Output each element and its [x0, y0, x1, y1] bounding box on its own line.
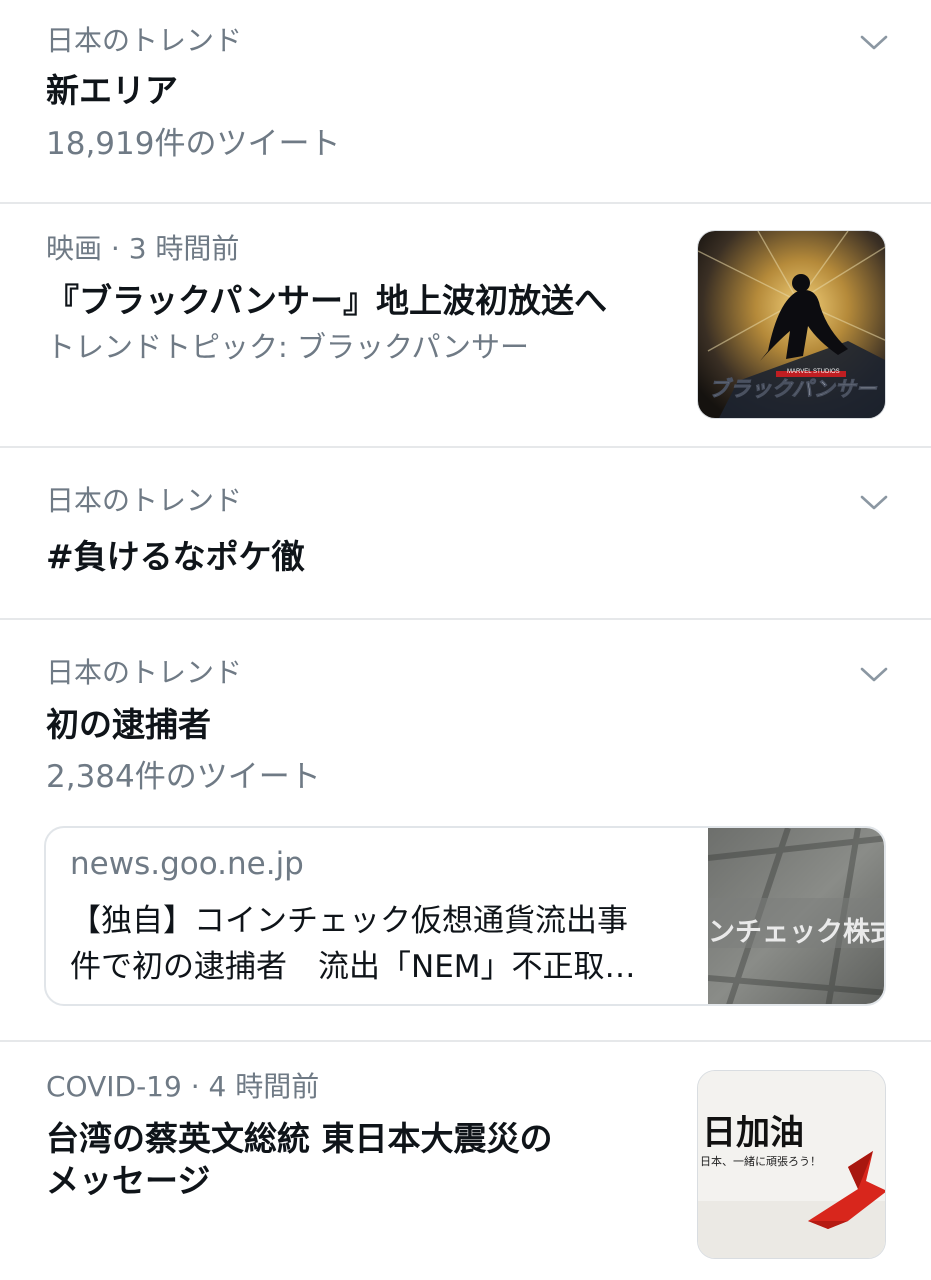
card-image-text: ンチェック株式: [708, 917, 886, 948]
tweet-count: 2,384件のツイート: [46, 759, 321, 795]
trend-title: 『ブラックパンサー』地上波初放送へ: [46, 281, 607, 320]
trend-title-line-1: 台湾の蔡英文総統 東日本大震災の: [46, 1119, 553, 1158]
thumb-subtitle: 日本、一緒に頑張ろう！: [700, 1155, 821, 1168]
trend-title: 新エリア: [46, 71, 178, 110]
trend-title: #負けるなポケ徹: [46, 537, 305, 576]
trend-item-5[interactable]: COVID-19 · 4 時間前 台湾の蔡英文総統 東日本大震災の メッセージ …: [0, 1042, 931, 1280]
trend-item-3[interactable]: 日本のトレンド #負けるなポケ徹: [0, 448, 931, 618]
trend-context: 日本のトレンド: [46, 484, 243, 517]
trend-topic: トレンドトピック: ブラックパンサー: [46, 330, 529, 364]
trend-item-2[interactable]: 映画 · 3 時間前 『ブラックパンサー』地上波初放送へ トレンドトピック: ブ…: [0, 204, 931, 447]
card-image: ンチェック株式: [708, 828, 886, 1004]
trend-title-line-2: メッセージ: [46, 1161, 211, 1200]
taiwan-message-thumbnail: 日加油 日本、一緒に頑張ろう！: [697, 1070, 886, 1259]
black-panther-poster-icon: MARVEL STUDIOS ブラックパンサー: [698, 231, 885, 418]
card-headline-line-1: 【独自】コインチェック仮想通貨流出事: [70, 903, 628, 939]
thumb-brand: MARVEL STUDIOS: [787, 369, 840, 375]
thumb-title: 日加油: [702, 1113, 804, 1153]
chevron-down-icon[interactable]: [858, 662, 890, 686]
trend-context: COVID-19 · 4 時間前: [46, 1070, 320, 1103]
trend-title: 初の逮捕者: [46, 705, 211, 744]
black-panther-thumbnail: MARVEL STUDIOS ブラックパンサー: [697, 230, 886, 419]
news-link-card[interactable]: news.goo.ne.jp 【独自】コインチェック仮想通貨流出事 件で初の逮捕…: [44, 826, 886, 1006]
tweet-count: 18,919件のツイート: [46, 126, 341, 162]
thumb-caption: ブラックパンサー: [709, 377, 878, 401]
trend-context: 映画 · 3 時間前: [46, 232, 240, 265]
card-headline-line-2: 件で初の逮捕者 流出「NEM」不正取…: [70, 949, 636, 985]
trend-context: 日本のトレンド: [46, 656, 243, 689]
trend-item-1[interactable]: 日本のトレンド 新エリア 18,919件のツイート: [0, 0, 931, 202]
card-headline: 【独自】コインチェック仮想通貨流出事 件で初の逮捕者 流出「NEM」不正取…: [70, 898, 685, 990]
chevron-down-icon[interactable]: [858, 490, 890, 514]
trends-feed: 日本のトレンド 新エリア 18,919件のツイート 映画 · 3 時間前 『ブラ…: [0, 0, 931, 1280]
card-domain: news.goo.ne.jp: [70, 846, 304, 882]
trend-context: 日本のトレンド: [46, 24, 243, 57]
chevron-down-icon[interactable]: [858, 30, 890, 54]
